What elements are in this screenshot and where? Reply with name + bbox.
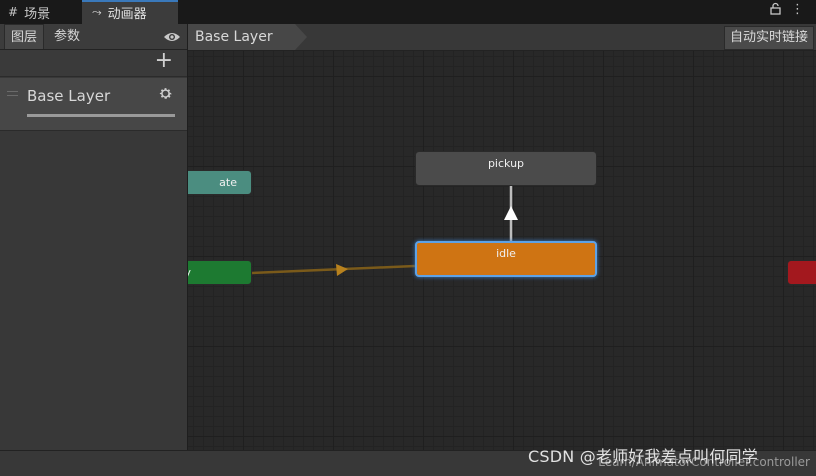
tab-scene[interactable]: # 场景 [0, 0, 82, 24]
state-exit[interactable] [787, 260, 816, 285]
eye-icon[interactable] [163, 29, 181, 47]
layer-name: Base Layer [27, 87, 111, 105]
panel-tabs: 图层 参数 [0, 24, 187, 50]
pickup-transition-arrow-icon [504, 206, 518, 220]
animator-icon: ⤳ [92, 4, 102, 19]
add-layer-button[interactable]: + [155, 48, 173, 73]
auto-live-link-button[interactable]: 自动实时链接 [723, 26, 814, 50]
left-bottom-bar [0, 450, 188, 476]
tab-parameters[interactable]: 参数 [48, 24, 86, 49]
layer-item-base[interactable]: Base Layer [0, 78, 187, 131]
tab-animator-label: 动画器 [107, 6, 147, 22]
entry-to-idle-transition [251, 264, 416, 275]
state-machine-graph[interactable]: ate y pickup idle Base Layer 自动实时链接 [188, 24, 816, 450]
lock-icon[interactable] [770, 2, 781, 19]
entry-transition-arrow-icon [336, 264, 348, 276]
layers-panel: 图层 参数 + Base Layer [0, 24, 188, 450]
layer-weight-bar [27, 114, 175, 117]
state-entry[interactable]: y [188, 260, 252, 285]
window-tab-bar: # 场景 ⤳ 动画器 ⋮ [0, 0, 816, 24]
window-controls: ⋮ [770, 2, 804, 19]
scene-grid-icon: # [8, 5, 19, 19]
state-any-state[interactable]: ate [188, 170, 252, 195]
drag-handle-icon[interactable] [7, 91, 18, 96]
csdn-watermark: CSDN @老师好我差点叫何同学 [528, 447, 758, 466]
tab-animator[interactable]: ⤳ 动画器 [82, 0, 178, 24]
more-menu-icon[interactable]: ⋮ [791, 2, 804, 19]
transitions-layer [251, 186, 518, 276]
breadcrumb-base-layer[interactable]: Base Layer [188, 24, 307, 50]
gear-icon[interactable] [158, 86, 173, 105]
tab-layers[interactable]: 图层 [4, 24, 45, 49]
add-layer-row: + [0, 48, 187, 77]
state-idle[interactable]: idle [415, 241, 597, 277]
state-pickup[interactable]: pickup [415, 151, 597, 186]
tab-scene-label: 场景 [24, 6, 51, 22]
breadcrumb-bar: Base Layer 自动实时链接 [188, 24, 816, 51]
